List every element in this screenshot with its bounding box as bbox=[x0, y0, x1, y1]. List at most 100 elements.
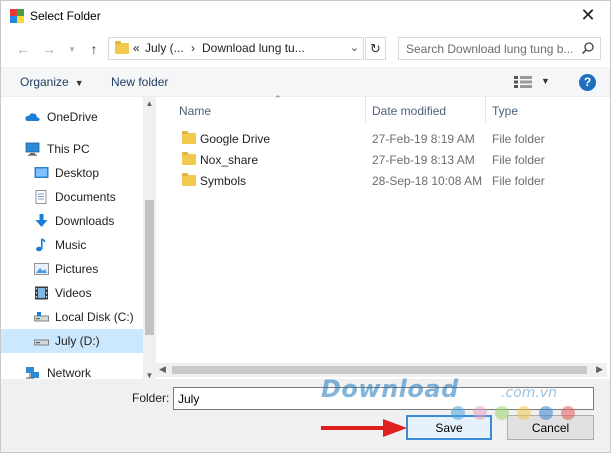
view-caret-icon[interactable]: ▼ bbox=[541, 76, 550, 86]
address-overflow-prefix[interactable]: « bbox=[133, 41, 140, 55]
column-divider[interactable] bbox=[485, 97, 486, 123]
column-header-type[interactable]: Type bbox=[492, 97, 602, 123]
column-date-label: Date modified bbox=[372, 104, 447, 118]
close-icon[interactable]: ✕ bbox=[578, 5, 598, 25]
nav-label-onedrive: OneDrive bbox=[47, 110, 98, 124]
watermark-dot bbox=[539, 406, 553, 420]
sort-ascending-icon: ⌃ bbox=[274, 94, 282, 104]
nav-label-music: Music bbox=[55, 238, 87, 252]
file-type: File folder bbox=[492, 132, 545, 146]
watermark-dot bbox=[451, 406, 465, 420]
column-divider[interactable] bbox=[365, 97, 366, 123]
network-icon bbox=[26, 367, 39, 379]
forward-arrow-icon[interactable]: → bbox=[40, 40, 58, 58]
breadcrumb-separator[interactable]: › bbox=[191, 41, 195, 55]
file-name: Nox_share bbox=[200, 153, 259, 167]
file-date: 28-Sep-18 10:08 AM bbox=[372, 174, 483, 188]
column-header-date-modified[interactable]: Date modified bbox=[372, 97, 487, 123]
table-row[interactable]: Nox_share 27-Feb-19 8:13 AM File folder bbox=[169, 149, 599, 170]
nav-label-downloads: Downloads bbox=[55, 214, 115, 228]
organize-label: Organize bbox=[20, 75, 69, 89]
help-icon[interactable]: ? bbox=[579, 74, 596, 91]
nav-item-downloads[interactable]: Downloads bbox=[1, 209, 143, 233]
scrollbar-thumb[interactable] bbox=[145, 200, 154, 335]
red-arrow-icon bbox=[321, 419, 407, 437]
watermark-dot bbox=[473, 406, 487, 420]
breadcrumb-download-lung-tung[interactable]: Download lung tu... bbox=[202, 41, 305, 55]
nav-item-videos[interactable]: Videos bbox=[1, 281, 143, 305]
column-header-name[interactable]: Name ⌃ bbox=[179, 94, 369, 123]
select-folder-dialog: Select Folder ✕ ← → ▾ ↑ « July (... › Do… bbox=[0, 0, 611, 453]
scroll-right-icon[interactable]: ▶ bbox=[596, 364, 603, 375]
folder-icon bbox=[182, 173, 196, 186]
folder-field-label: Folder: bbox=[132, 391, 170, 405]
command-toolbar: Organize ▼ New folder ▼ ? bbox=[1, 67, 610, 97]
nav-item-pictures[interactable]: Pictures bbox=[1, 257, 143, 281]
file-name: Symbols bbox=[200, 174, 247, 188]
nav-label-local-disk-c: Local Disk (C:) bbox=[55, 310, 134, 324]
scrollbar-thumb[interactable] bbox=[172, 366, 587, 374]
nav-item-july-d[interactable]: July (D:) bbox=[1, 329, 143, 353]
column-type-label: Type bbox=[492, 104, 519, 118]
refresh-icon[interactable]: ↻ bbox=[365, 37, 386, 60]
view-options-icon[interactable] bbox=[514, 76, 532, 88]
folder-icon bbox=[182, 131, 196, 144]
nav-item-desktop[interactable]: Desktop bbox=[1, 161, 143, 185]
file-type: File folder bbox=[492, 153, 545, 167]
nav-label-network: Network bbox=[47, 366, 92, 380]
folder-icon bbox=[115, 41, 129, 54]
folder-icon bbox=[182, 152, 196, 165]
breadcrumb-july[interactable]: July (... bbox=[145, 41, 184, 55]
back-arrow-icon[interactable]: ← bbox=[14, 40, 32, 58]
file-date: 27-Feb-19 8:13 AM bbox=[372, 153, 475, 167]
film-icon bbox=[35, 286, 48, 300]
music-note-icon bbox=[36, 238, 46, 252]
recent-locations-chevron-icon[interactable]: ▾ bbox=[63, 40, 81, 58]
caret-down-icon: ▼ bbox=[74, 78, 84, 88]
file-date: 27-Feb-19 8:19 AM bbox=[372, 132, 475, 146]
nav-label-pictures: Pictures bbox=[55, 262, 99, 276]
file-type: File folder bbox=[492, 174, 545, 188]
drive-icon bbox=[34, 339, 49, 346]
download-arrow-icon bbox=[35, 214, 48, 227]
search-box[interactable]: Search Download lung tung b... bbox=[398, 37, 601, 60]
documents-icon bbox=[35, 190, 47, 204]
navigation-pane: OneDrive This PC Desktop Documents Downl… bbox=[1, 97, 156, 383]
scroll-up-icon[interactable]: ▲ bbox=[143, 99, 156, 108]
nav-label-documents: Documents bbox=[55, 190, 116, 204]
horizontal-scrollbar[interactable]: ◀ ▶ bbox=[156, 363, 607, 377]
nav-label-july-d: July (D:) bbox=[55, 334, 100, 348]
scroll-left-icon[interactable]: ◀ bbox=[159, 364, 166, 375]
nav-item-local-disk-c[interactable]: Local Disk (C:) bbox=[1, 305, 143, 329]
search-icon bbox=[581, 42, 594, 55]
table-row[interactable]: Symbols 28-Sep-18 10:08 AM File folder bbox=[169, 170, 599, 191]
folder-field[interactable] bbox=[173, 387, 594, 410]
desktop-icon bbox=[34, 167, 49, 178]
navigation-scrollbar[interactable]: ▲ ▼ bbox=[143, 97, 156, 383]
file-name: Google Drive bbox=[200, 132, 271, 146]
table-row[interactable]: Google Drive 27-Feb-19 8:19 AM File fold… bbox=[169, 128, 599, 149]
organize-menu[interactable]: Organize ▼ bbox=[20, 75, 84, 89]
nav-item-onedrive[interactable]: OneDrive bbox=[1, 105, 143, 129]
new-folder-button[interactable]: New folder bbox=[111, 75, 168, 89]
app-icon bbox=[10, 9, 24, 23]
column-name-label: Name bbox=[179, 104, 212, 118]
nav-item-this-pc[interactable]: This PC bbox=[1, 137, 143, 161]
computer-icon bbox=[25, 142, 40, 156]
nav-label-this-pc: This PC bbox=[47, 142, 90, 156]
nav-label-videos: Videos bbox=[55, 286, 92, 300]
watermark-dot bbox=[517, 406, 531, 420]
navigation-bar: ← → ▾ ↑ « July (... › Download lung tu..… bbox=[1, 31, 610, 67]
drive-icon bbox=[34, 312, 49, 322]
watermark-dot bbox=[561, 406, 575, 420]
address-bar[interactable]: « July (... › Download lung tu... ⌄ bbox=[108, 37, 364, 60]
title-bar: Select Folder ✕ bbox=[1, 1, 610, 31]
nav-item-music[interactable]: Music bbox=[1, 233, 143, 257]
nav-item-documents[interactable]: Documents bbox=[1, 185, 143, 209]
file-list: Name ⌃ Date modified Type Google Drive 2… bbox=[169, 94, 607, 359]
search-input[interactable]: Search Download lung tung b... bbox=[406, 42, 573, 56]
watermark-dot bbox=[495, 406, 509, 420]
up-arrow-icon[interactable]: ↑ bbox=[85, 40, 103, 58]
pictures-icon bbox=[34, 263, 49, 275]
chevron-down-icon[interactable]: ⌄ bbox=[350, 41, 359, 54]
